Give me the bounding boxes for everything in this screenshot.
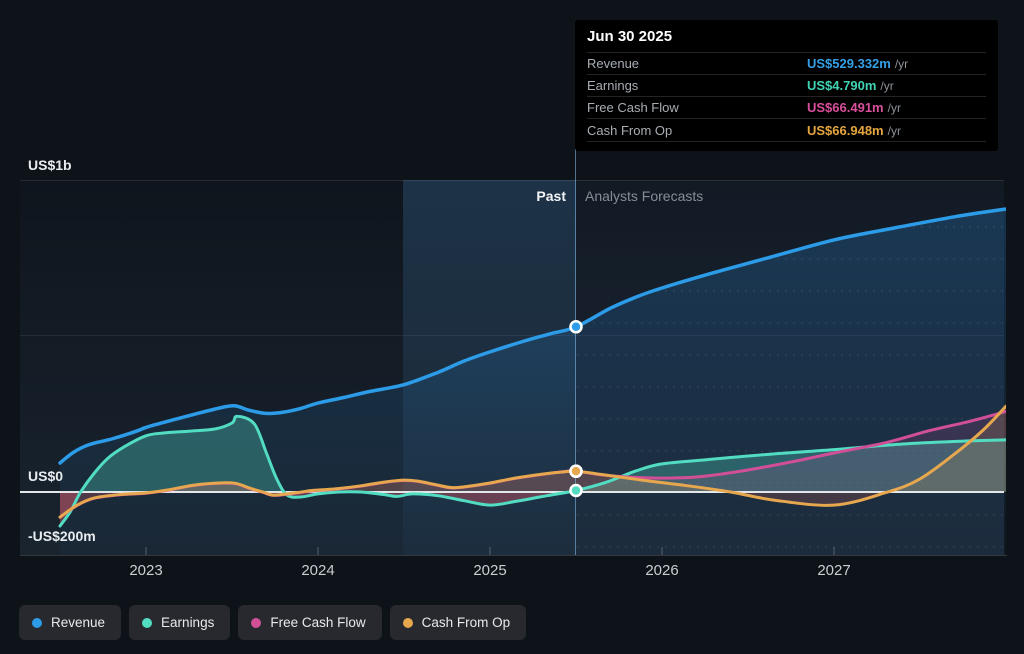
revenue-dot-icon <box>32 618 42 628</box>
x-tick-2026: 2026 <box>645 562 678 579</box>
tooltip-label: Cash From Op <box>587 123 807 138</box>
legend-label: Free Cash Flow <box>270 615 365 630</box>
x-tick-2027: 2027 <box>817 562 850 579</box>
tooltip-row-revenue: Revenue US$529.332m/yr <box>587 52 986 74</box>
tooltip-row-cash-from-op: Cash From Op US$66.948m/yr <box>587 118 986 142</box>
chart-legend: Revenue Earnings Free Cash Flow Cash Fro… <box>19 605 526 640</box>
cash-from-op-dot-icon <box>403 618 413 628</box>
revenue-marker-dot[interactable] <box>571 321 582 332</box>
y-axis-label-0: US$0 <box>28 468 63 484</box>
tooltip-value: US$4.790m/yr <box>807 78 894 93</box>
tooltip-date: Jun 30 2025 <box>587 20 986 52</box>
x-tick-2025: 2025 <box>473 562 506 579</box>
earnings-marker-dot[interactable] <box>571 485 582 496</box>
legend-item-revenue[interactable]: Revenue <box>19 605 121 640</box>
legend-label: Earnings <box>161 615 214 630</box>
free-cash-flow-dot-icon <box>251 618 261 628</box>
forecast-region-label: Analysts Forecasts <box>585 188 703 204</box>
y-axis-label-1b: US$1b <box>28 157 72 173</box>
y-axis-label-neg200m: -US$200m <box>28 528 96 544</box>
tooltip-label: Earnings <box>587 78 807 93</box>
tooltip-value: US$529.332m/yr <box>807 56 908 71</box>
tooltip-row-free-cash-flow: Free Cash Flow US$66.491m/yr <box>587 96 986 118</box>
past-region-label: Past <box>416 188 566 204</box>
tooltip-label: Revenue <box>587 56 807 71</box>
earnings-dot-icon <box>142 618 152 628</box>
legend-item-earnings[interactable]: Earnings <box>129 605 230 640</box>
tooltip-row-earnings: Earnings US$4.790m/yr <box>587 74 986 96</box>
earnings-revenue-growth-chart: US$1b US$0 -US$200m 2023 2024 2025 2026 … <box>0 0 1024 654</box>
tooltip-value: US$66.491m/yr <box>807 100 901 115</box>
legend-item-cash-from-op[interactable]: Cash From Op <box>390 605 527 640</box>
tooltip-value: US$66.948m/yr <box>807 123 901 138</box>
legend-label: Cash From Op <box>422 615 511 630</box>
legend-label: Revenue <box>51 615 105 630</box>
legend-item-free-cash-flow[interactable]: Free Cash Flow <box>238 605 381 640</box>
x-tick-2023: 2023 <box>129 562 162 579</box>
cash-from-op-marker-dot[interactable] <box>571 466 582 477</box>
chart-tooltip: Jun 30 2025 Revenue US$529.332m/yr Earni… <box>575 20 998 151</box>
tooltip-label: Free Cash Flow <box>587 100 807 115</box>
x-tick-2024: 2024 <box>301 562 334 579</box>
